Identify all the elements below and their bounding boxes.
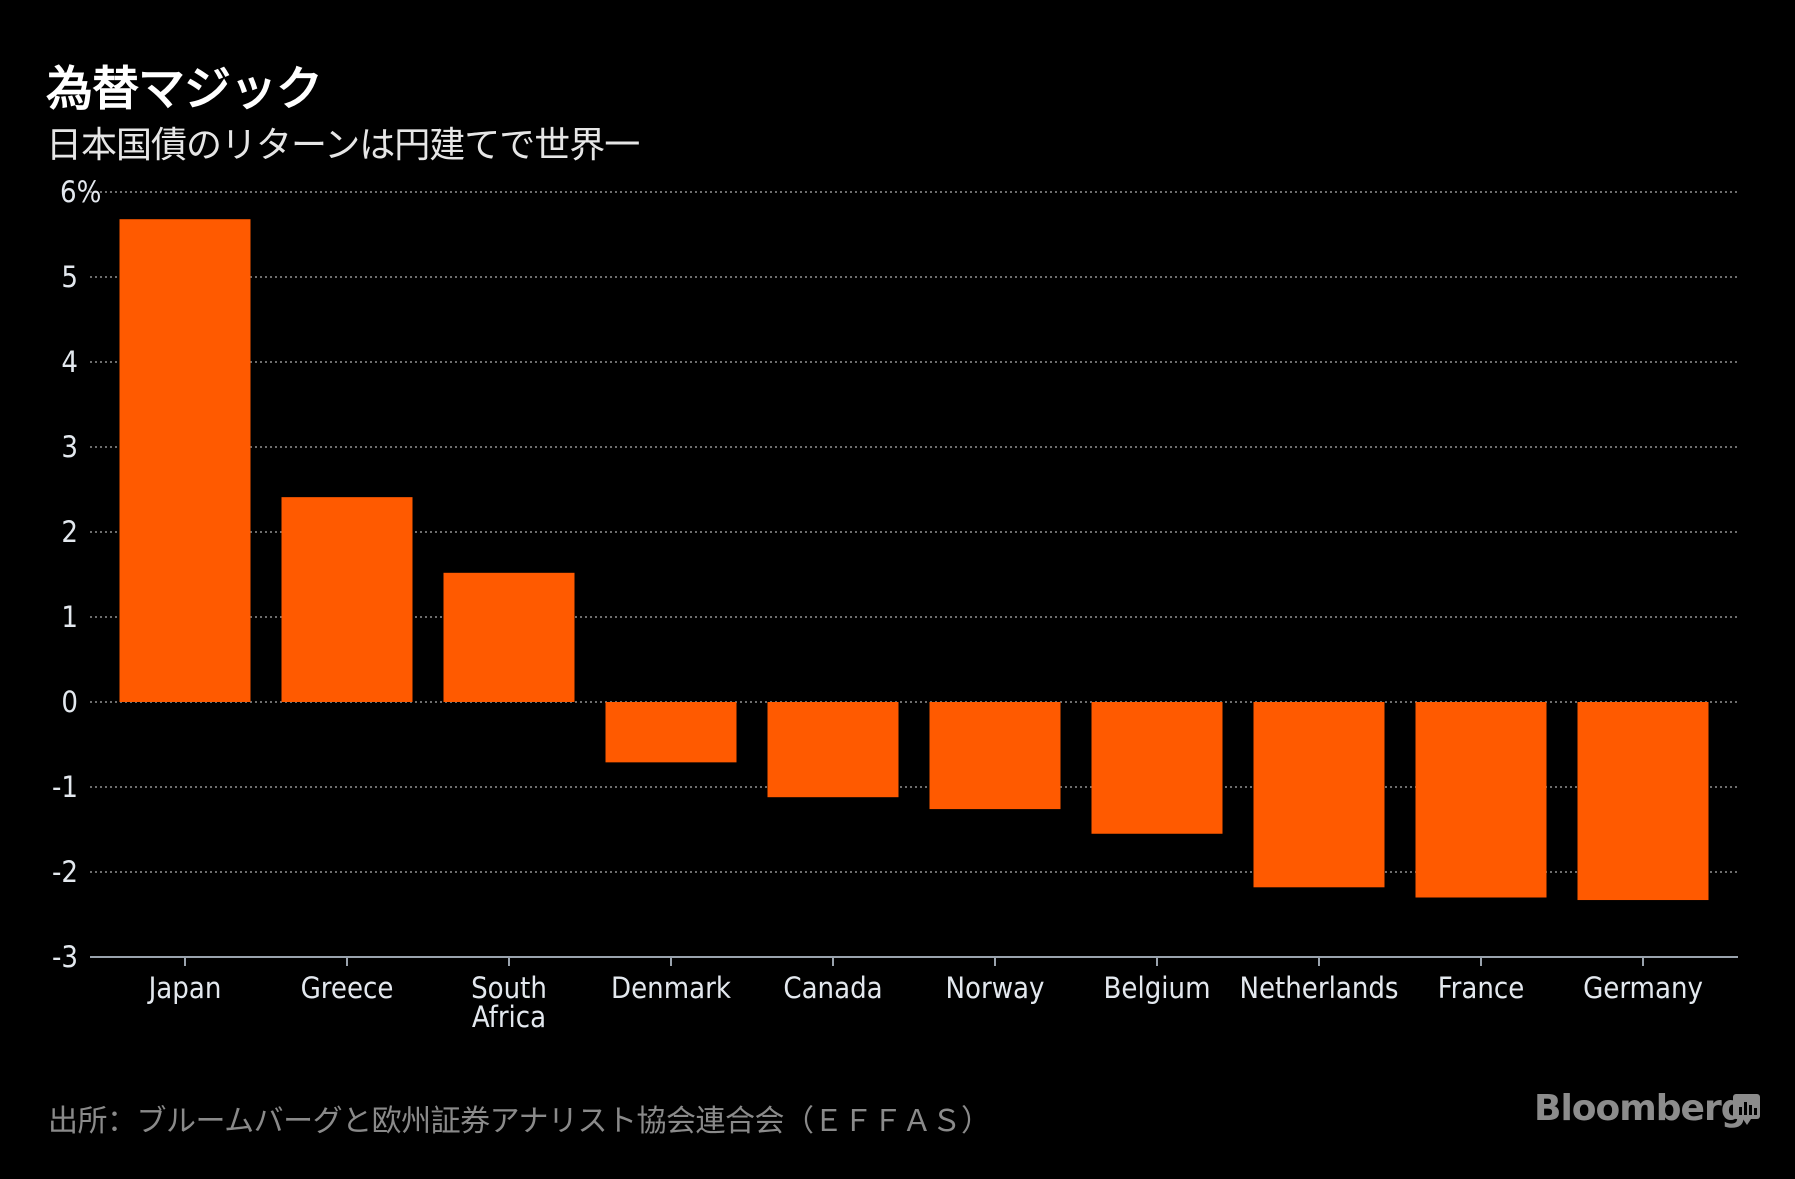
x-category-label: Germany bbox=[1583, 971, 1703, 1005]
x-axis bbox=[90, 956, 1738, 966]
y-tick-label: 4 bbox=[61, 345, 78, 379]
bar-denmark bbox=[605, 702, 737, 763]
y-tick-label: -1 bbox=[52, 770, 78, 804]
x-category-label: Belgium bbox=[1104, 971, 1211, 1005]
x-category-label: Greece bbox=[301, 971, 394, 1005]
y-tick-label: 2 bbox=[61, 515, 78, 549]
y-tick-label: -3 bbox=[52, 940, 78, 974]
y-tick-label: 5 bbox=[61, 260, 78, 294]
bar-greece bbox=[281, 497, 413, 702]
y-tick-label: -2 bbox=[52, 855, 78, 889]
x-category-label: Netherlands bbox=[1239, 971, 1398, 1005]
bar-south-africa bbox=[443, 572, 575, 702]
x-category-label: Japan bbox=[147, 971, 222, 1005]
y-tick-label: 1 bbox=[61, 600, 78, 634]
x-category-label: Canada bbox=[783, 971, 882, 1005]
x-category-label: Africa bbox=[472, 1000, 546, 1034]
x-category-label: France bbox=[1438, 971, 1525, 1005]
y-tick-label: 6% bbox=[60, 175, 101, 209]
bloomberg-logo: Bloomberg bbox=[1534, 1088, 1746, 1129]
x-category-label: Norway bbox=[946, 971, 1045, 1005]
bars bbox=[119, 219, 1709, 901]
bloomberg-chart-icon bbox=[1733, 1094, 1760, 1125]
y-axis-tick-labels: 6% 5 4 3 2 1 0 -1 -2 -3 bbox=[52, 175, 101, 974]
source-note: 出所：ブルームバーグと欧州証券アナリスト協会連合会（ＥＦＦＡＳ） bbox=[48, 1104, 991, 1139]
x-axis-category-labels: Japan Greece SouthAfricaDenmark Canada Norwa… bbox=[147, 971, 1703, 1034]
bar-chart: 6%543210-1-2-3 Japan Greece SouthAfricaDen… bbox=[52, 175, 1738, 1034]
bar-japan bbox=[119, 219, 251, 702]
x-category-label: Denmark bbox=[611, 971, 732, 1005]
bar-netherlands bbox=[1253, 702, 1385, 888]
bar-france bbox=[1415, 702, 1547, 898]
bar-germany bbox=[1577, 702, 1709, 901]
y-tick-label: 0 bbox=[61, 685, 78, 719]
bar-canada bbox=[767, 702, 899, 798]
y-tick-label: 3 bbox=[61, 430, 78, 464]
bar-norway bbox=[929, 702, 1061, 810]
bar-belgium bbox=[1091, 702, 1223, 834]
